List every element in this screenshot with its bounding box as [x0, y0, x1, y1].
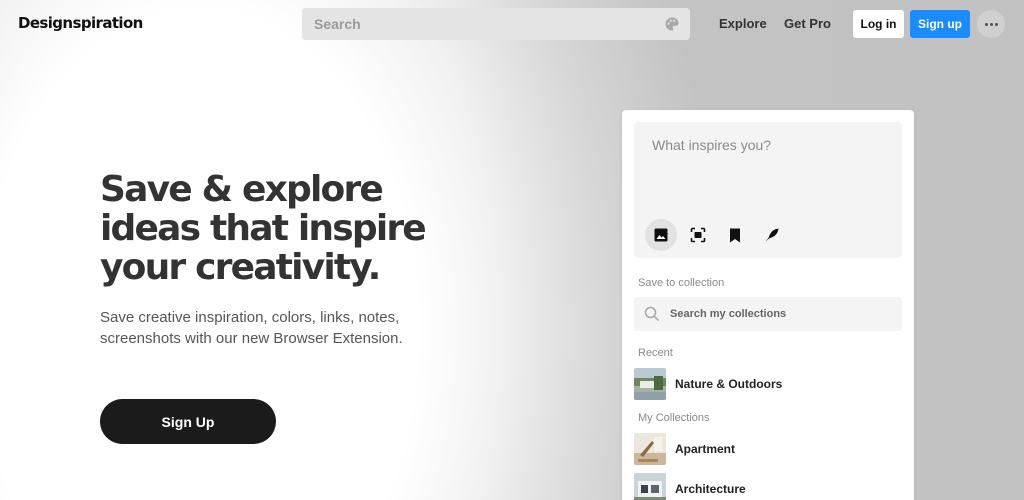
search-icon: [644, 306, 660, 322]
save-to-collection-label: Save to collection: [638, 277, 725, 289]
extension-panel: What inspires you? Save to collection Se…: [622, 110, 914, 500]
image-icon: [654, 228, 668, 242]
my-collections-label: My Collections: [638, 412, 710, 424]
collection-thumbnail: [634, 433, 666, 465]
collection-search[interactable]: [634, 297, 902, 331]
feather-icon: [765, 228, 779, 242]
top-bar: Designspiration Explore Get Pro Log in S…: [0, 0, 1024, 48]
collection-item-nature-outdoors[interactable]: Nature & Outdoors: [634, 368, 902, 400]
collection-item-apartment[interactable]: Apartment: [634, 433, 902, 465]
compose-area[interactable]: What inspires you?: [634, 122, 902, 258]
hero-title-line: ideas that inspire: [100, 208, 427, 249]
hero-title: Save & explore ideas that inspire your c…: [100, 170, 520, 287]
search-input[interactable]: [314, 8, 644, 40]
nav-explore[interactable]: Explore: [719, 16, 767, 31]
palette-icon[interactable]: [664, 16, 680, 32]
collection-name: Apartment: [675, 442, 736, 456]
hero-subtitle: Save creative inspiration, colors, links…: [100, 309, 403, 347]
screenshot-icon: [690, 227, 706, 243]
hero-section: Save & explore ideas that inspire your c…: [100, 170, 520, 349]
compose-placeholder[interactable]: What inspires you?: [652, 137, 771, 153]
nav-get-pro[interactable]: Get Pro: [784, 16, 831, 31]
bookmark-icon: [730, 228, 740, 242]
collection-item-architecture[interactable]: Architecture: [634, 473, 902, 500]
more-dot-icon: [994, 22, 998, 26]
hero-title-line: Save & explore: [100, 169, 384, 210]
signup-button[interactable]: Sign up: [910, 10, 970, 38]
bookmark-tool-button[interactable]: [719, 219, 751, 251]
collection-name: Architecture: [675, 482, 746, 496]
collection-thumbnail: [634, 473, 666, 500]
more-dot-icon: [989, 22, 993, 26]
recent-label: Recent: [638, 347, 673, 359]
screenshot-tool-button[interactable]: [682, 219, 714, 251]
hero-title-line: your creativity.: [100, 247, 381, 288]
hero-signup-button[interactable]: Sign Up: [100, 399, 276, 444]
search-bar[interactable]: [302, 8, 690, 40]
more-options-button[interactable]: [977, 10, 1005, 38]
site-logo[interactable]: Designspiration: [18, 14, 143, 32]
more-dot-icon: [984, 22, 988, 26]
login-button[interactable]: Log in: [853, 10, 904, 38]
collection-name: Nature & Outdoors: [675, 377, 783, 391]
image-tool-button[interactable]: [645, 219, 677, 251]
note-tool-button[interactable]: [756, 219, 788, 251]
collection-thumbnail: [634, 368, 666, 400]
collection-search-input[interactable]: [670, 297, 890, 331]
